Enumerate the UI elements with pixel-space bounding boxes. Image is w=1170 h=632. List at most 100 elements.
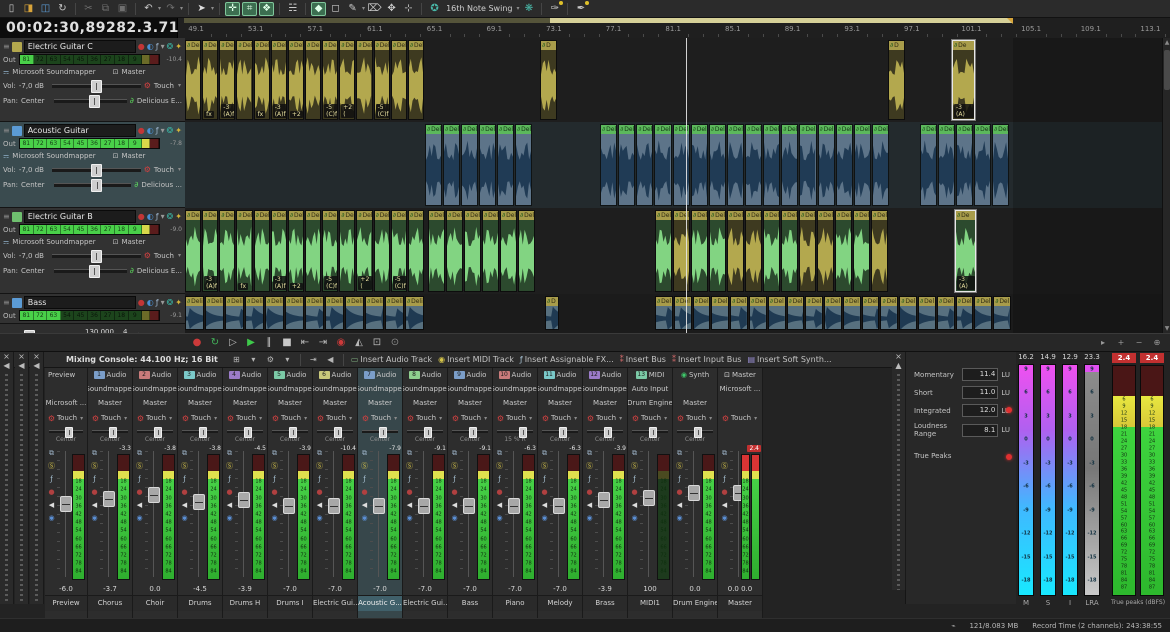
clip-gain-badge[interactable]: -5 (C)fx xyxy=(324,104,338,118)
clip-header[interactable]: ∂Delic xyxy=(226,297,243,306)
volume-slider[interactable] xyxy=(52,84,141,88)
mute-icon[interactable]: ◐ xyxy=(147,298,154,307)
strip-name-label[interactable]: Drum Engine xyxy=(673,595,717,611)
audio-clip[interactable]: ∂Del xyxy=(768,296,786,330)
audio-clip[interactable]: ∂Del xyxy=(691,124,708,206)
mute-icon[interactable]: ◐ xyxy=(147,212,154,221)
audio-clip[interactable]: ∂Del xyxy=(937,296,955,330)
mixer-strip-drums-i[interactable]: 5AudioSoundmapperMaster⚙Touch▾Center⧉Ⓢƒ●… xyxy=(268,368,313,618)
mixer-strip-midi1[interactable]: 13MIDIAuto InputDrum Engine⚙Touch▾Center… xyxy=(628,368,673,618)
audio-clip[interactable]: ∂Del xyxy=(425,124,442,206)
audio-clip[interactable]: ∂De-3 (A) xyxy=(955,210,976,292)
strip-output-row[interactable]: Master xyxy=(448,396,492,410)
audio-clip[interactable]: ∂Del xyxy=(974,296,992,330)
clip-header[interactable]: ∂Del xyxy=(746,125,761,134)
automation-caret[interactable]: ▾ xyxy=(178,166,181,173)
audio-clip[interactable]: ∂Delic xyxy=(285,296,304,330)
audio-clip[interactable]: ∂Del xyxy=(464,210,481,292)
clip-header[interactable]: ∂Del xyxy=(694,297,710,306)
phase-icon[interactable]: ◉ xyxy=(181,514,187,522)
clip-gain-badge[interactable]: +2 xyxy=(290,283,303,290)
split-tool-icon[interactable]: ❖ xyxy=(259,2,274,16)
strip-name-label[interactable]: Drums I xyxy=(268,595,312,611)
mute-icon[interactable]: ◀ xyxy=(452,501,457,509)
stretch-tool-icon[interactable]: ⌗ xyxy=(242,2,257,16)
fader-handle[interactable] xyxy=(283,498,295,514)
clip-gain-badge[interactable]: +2 ( xyxy=(358,276,371,290)
audio-clip[interactable]: ∂Delici+2 xyxy=(288,40,304,120)
insert-button[interactable]: ƒInsert Assignable FX... xyxy=(520,355,614,364)
strip-automation-row[interactable]: ⚙Touch▾ xyxy=(45,410,87,426)
go-end-button[interactable]: ⇥ xyxy=(314,335,332,350)
automation-caret[interactable]: ▾ xyxy=(178,252,181,259)
mixer-strip-drum-engine[interactable]: ◉SynthMaster⚙Touch▾Center⧉Ⓢƒ●◀◉182430364… xyxy=(673,368,718,618)
arm-icon[interactable]: ● xyxy=(586,488,592,496)
clip-header[interactable]: ∂Del xyxy=(900,297,916,306)
fx-icon[interactable]: ƒ xyxy=(633,475,635,483)
strip-name-label[interactable]: Melody xyxy=(538,595,582,611)
mute-icon[interactable]: ◀ xyxy=(632,501,637,509)
fx-icon[interactable]: ƒ xyxy=(498,475,500,483)
swing-icon[interactable]: ✪ xyxy=(427,2,442,16)
clip-header[interactable]: ∂Delici xyxy=(340,41,354,50)
phase-icon[interactable]: ✦ xyxy=(175,42,182,51)
solo-icon[interactable]: Ⓢ xyxy=(91,462,98,470)
clips-area[interactable]: ∂Delici∂Delicifx∂Delici-3 (A)fx∂Delici∂D… xyxy=(185,38,1162,333)
mute-icon[interactable]: ◀ xyxy=(362,501,367,509)
automation-gear-icon[interactable]: ⚙ xyxy=(144,251,151,260)
audio-clip[interactable]: ∂Del xyxy=(899,296,917,330)
strip-name-label[interactable]: Piano xyxy=(493,595,537,611)
pause-button[interactable]: ∥ xyxy=(260,335,278,350)
insert-button[interactable]: ⁑Insert Bus xyxy=(620,355,666,364)
mixer-strip-preview[interactable]: PreviewMicrosoft ...⚙Touch▾Center⧉Ⓢƒ●◀◉1… xyxy=(45,368,88,618)
clip-header[interactable]: ∂Del xyxy=(957,125,972,134)
audio-clip[interactable]: ∂Del xyxy=(781,210,798,292)
pan-slider[interactable] xyxy=(317,430,353,433)
clip-header[interactable]: ∂Del xyxy=(426,125,441,134)
open-folder-icon[interactable]: ◨ xyxy=(21,2,36,16)
clip-header[interactable]: ∂Del xyxy=(675,297,691,306)
clip-header[interactable]: ∂Delici xyxy=(340,211,354,220)
fx-icon[interactable]: ƒ xyxy=(588,475,590,483)
solo-icon[interactable]: Ⓢ xyxy=(721,462,728,470)
audio-clip[interactable]: ∂Delici xyxy=(305,210,321,292)
record-arm-icon[interactable]: ● xyxy=(138,42,145,51)
pencil-tool-icon-caret[interactable]: ▾ xyxy=(362,5,365,12)
audio-clip[interactable]: ∂Delici xyxy=(219,210,235,292)
mixer-strip-electric-gui-[interactable]: 8AudioSoundmapperMaster⚙Touch▾Center⧉Ⓢƒ●… xyxy=(403,368,448,618)
zoom-fit-button[interactable]: ⊕ xyxy=(1148,335,1166,350)
arm-icon[interactable]: ● xyxy=(91,488,97,496)
strip-name-label[interactable]: Drums H xyxy=(223,595,267,611)
audio-clip[interactable]: ∂Delic xyxy=(245,296,264,330)
strip-output-row[interactable]: Master xyxy=(178,396,222,410)
audio-clip[interactable]: ∂Del xyxy=(799,124,816,206)
loop-button[interactable]: ↻ xyxy=(206,335,224,350)
audio-clip[interactable]: ∂Del xyxy=(992,124,1009,206)
clip-header[interactable]: ∂Del xyxy=(975,125,990,134)
strip-pan-row[interactable] xyxy=(45,426,87,436)
fader-handle[interactable] xyxy=(373,498,385,514)
pan-slider[interactable] xyxy=(227,430,263,433)
audio-clip[interactable]: ∂Del xyxy=(727,210,744,292)
strip-output-row[interactable] xyxy=(718,396,762,410)
audio-clip[interactable]: ∂Delici-5 (C)fx xyxy=(374,40,390,120)
strip-automation-row[interactable]: ⚙Touch▾ xyxy=(358,410,402,426)
stop-button[interactable]: ■ xyxy=(278,335,296,350)
play-button[interactable]: ▶ xyxy=(242,335,260,350)
interleave-icon[interactable]: ⧉ xyxy=(182,449,187,457)
channel-fader[interactable] xyxy=(643,451,653,577)
fader-handle[interactable] xyxy=(508,498,520,514)
phase-icon[interactable]: ◉ xyxy=(361,514,367,522)
clip-header[interactable]: ∂Delici xyxy=(323,211,337,220)
draw-tool-icon[interactable]: ◆ xyxy=(311,2,326,16)
strip-output-row[interactable]: Master xyxy=(313,396,357,410)
channel-fader[interactable] xyxy=(373,451,383,577)
timeline-ruler[interactable]: 49.153.157.161.165.169.173.177.181.185.1… xyxy=(178,18,1170,39)
strip-output-row[interactable]: Master xyxy=(538,396,582,410)
clip-header[interactable]: ∂Del xyxy=(728,211,743,220)
audio-clip[interactable]: ∂D xyxy=(540,40,557,120)
strip-automation-row[interactable]: ⚙Touch▾ xyxy=(178,410,222,426)
pan-slider[interactable] xyxy=(54,99,127,103)
strip-pan-row[interactable] xyxy=(718,426,762,436)
insert-button[interactable]: ⁑Insert Input Bus xyxy=(672,355,741,364)
